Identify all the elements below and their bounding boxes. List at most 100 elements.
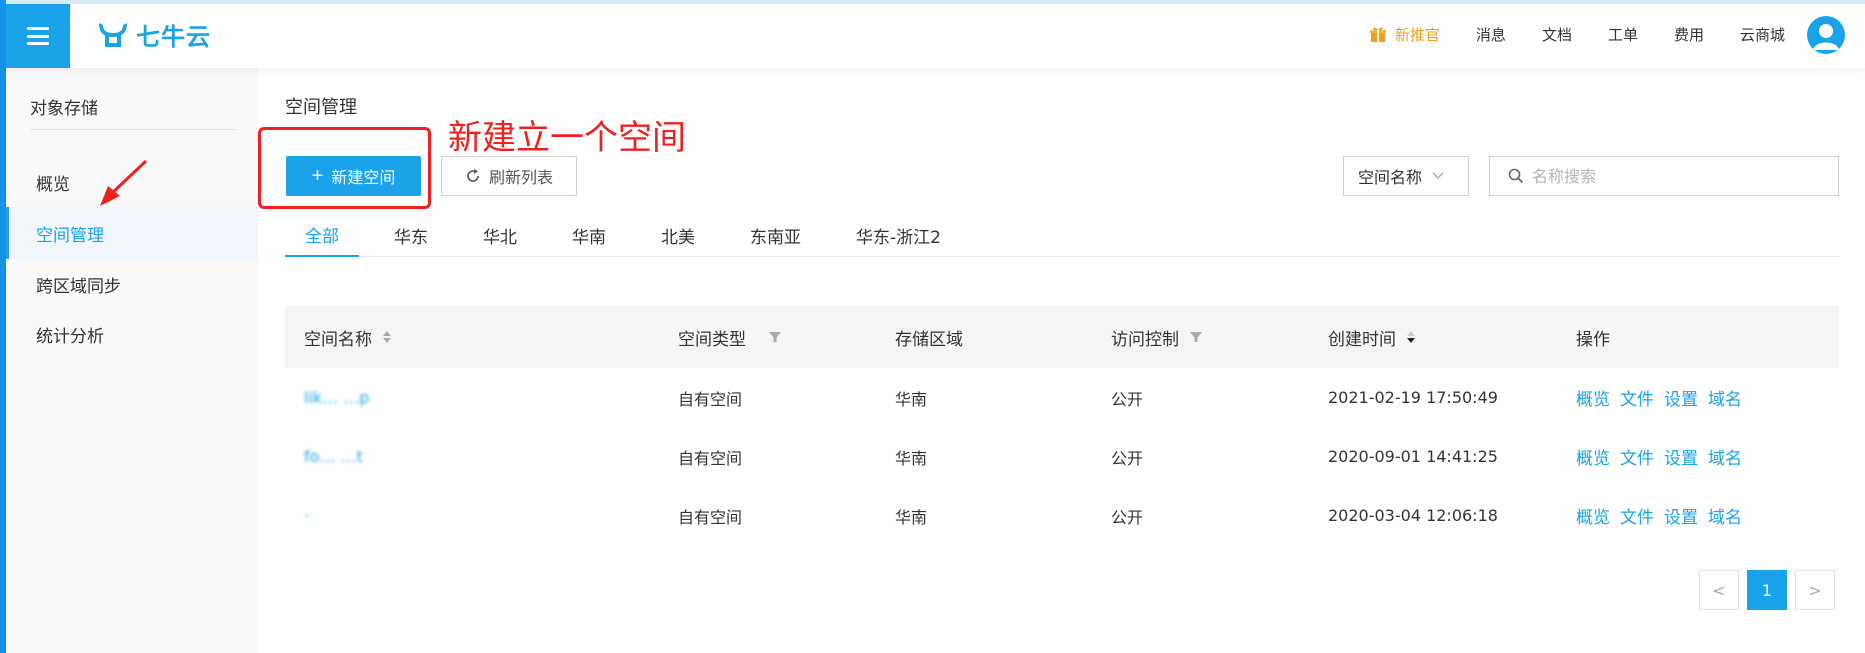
column-label: 访问控制 [1111, 329, 1179, 350]
next-page-button[interactable]: > [1795, 570, 1835, 610]
tab-east-china-zhejiang2[interactable]: 华东-浙江2 [836, 213, 961, 257]
bull-logo-icon [99, 23, 127, 47]
nav-tickets[interactable]: 工单 [1608, 24, 1638, 45]
tab-label: 华东-浙江2 [856, 227, 941, 248]
main-content: 空间管理 新建立一个空间 + 新建空间 刷新列表 空间名称 全部 华东 华北 华… [258, 68, 1865, 653]
gift-icon [1369, 27, 1386, 42]
action-settings-link[interactable]: 设置 [1664, 385, 1698, 410]
action-settings-link[interactable]: 设置 [1664, 503, 1698, 528]
column-label: 空间名称 [304, 329, 372, 350]
top-nav: 新推官 消息 文档 工单 费用 云商城 [1369, 0, 1785, 68]
nav-messages[interactable]: 消息 [1476, 24, 1506, 45]
row-actions: 概览 文件 设置 域名 [1576, 486, 1742, 545]
sidebar-item-cross-region-sync[interactable]: 跨区域同步 [6, 258, 258, 310]
tab-label: 北美 [661, 227, 695, 248]
sidebar-item-label: 跨区域同步 [36, 276, 121, 297]
left-edge [0, 0, 6, 653]
page-1-button[interactable]: 1 [1747, 570, 1787, 610]
search-input[interactable] [1532, 166, 1832, 186]
nav-docs[interactable]: 文档 [1542, 24, 1572, 45]
hamburger-icon [27, 27, 49, 45]
nav-billing[interactable]: 费用 [1674, 24, 1704, 45]
bucket-region: 华南 [895, 507, 928, 527]
action-overview-link[interactable]: 概览 [1576, 503, 1610, 528]
prev-page-button[interactable]: < [1699, 570, 1739, 610]
bucket-region: 华南 [895, 448, 928, 468]
sidebar-item-statistics[interactable]: 统计分析 [6, 308, 258, 360]
bucket-name-link[interactable]: fo… …t [304, 427, 363, 486]
filter-icon [1190, 332, 1202, 342]
bucket-access: 公开 [1111, 389, 1144, 409]
annotation-arrow-icon [100, 159, 148, 206]
tab-label: 华南 [572, 227, 606, 248]
column-header-access[interactable]: 访问控制 [1111, 306, 1203, 368]
nav-label: 新推官 [1394, 25, 1440, 44]
nav-label: 消息 [1475, 25, 1506, 44]
bucket-region: 华南 [895, 389, 928, 409]
region-tabs: 全部 华东 华北 华南 北美 东南亚 华东-浙江2 [285, 213, 1839, 257]
column-label: 空间类型 [678, 329, 746, 350]
table-row: · 自有空间 华南 公开 2020-03-04 12:06:18 概览 文件 设… [285, 486, 1839, 545]
refresh-list-label: 刷新列表 [488, 170, 553, 187]
avatar[interactable] [1807, 16, 1845, 54]
refresh-list-button[interactable]: 刷新列表 [441, 156, 577, 196]
action-settings-link[interactable]: 设置 [1664, 444, 1698, 469]
plus-icon: + [311, 165, 324, 187]
tab-southeast-asia[interactable]: 东南亚 [730, 213, 821, 257]
pagination: < 1 > [1699, 570, 1835, 610]
logo-text: 七牛云 [136, 22, 211, 51]
tab-all[interactable]: 全部 [285, 213, 359, 257]
bucket-type: 自有空间 [678, 507, 743, 527]
nav-label: 工单 [1607, 25, 1638, 44]
action-files-link[interactable]: 文件 [1620, 503, 1654, 528]
column-label: 存储区域 [895, 329, 963, 350]
column-header-created[interactable]: 创建时间 [1328, 306, 1416, 368]
column-header-type[interactable]: 空间类型 [678, 306, 782, 368]
nav-label: 文档 [1541, 25, 1572, 44]
header: 七牛云 新推官 消息 文档 工单 费用 云商城 [0, 0, 1865, 68]
sidebar: 对象存储 概览 空间管理 跨区域同步 统计分析 [6, 68, 258, 653]
search-field-select[interactable]: 空间名称 [1343, 156, 1469, 196]
bucket-name-link[interactable]: lik… …p [304, 368, 369, 427]
column-label: 操作 [1576, 329, 1610, 350]
tab-south-china[interactable]: 华南 [552, 213, 626, 257]
tab-north-china[interactable]: 华北 [463, 213, 537, 257]
nav-label: 费用 [1673, 25, 1704, 44]
action-files-link[interactable]: 文件 [1620, 444, 1654, 469]
create-bucket-button[interactable]: + 新建空间 [286, 156, 421, 196]
bucket-created: 2020-03-04 12:06:18 [1328, 506, 1498, 525]
tab-label: 华东 [394, 227, 428, 248]
nav-new-promo[interactable]: 新推官 [1369, 24, 1440, 45]
bucket-access: 公开 [1111, 448, 1144, 468]
tab-label: 东南亚 [750, 227, 801, 248]
menu-button[interactable] [6, 4, 70, 68]
row-actions: 概览 文件 设置 域名 [1576, 427, 1742, 486]
column-label: 创建时间 [1328, 329, 1396, 350]
action-domain-link[interactable]: 域名 [1708, 503, 1742, 528]
action-files-link[interactable]: 文件 [1620, 385, 1654, 410]
sidebar-item-label: 空间管理 [36, 225, 104, 246]
sort-desc-icon [1407, 331, 1415, 343]
logo[interactable]: 七牛云 [96, 18, 211, 51]
bucket-created: 2020-09-01 14:41:25 [1328, 447, 1498, 466]
row-actions: 概览 文件 设置 域名 [1576, 368, 1742, 427]
column-header-name[interactable]: 空间名称 [304, 306, 392, 368]
bucket-name-link[interactable]: · [304, 486, 309, 545]
create-bucket-label: 新建空间 [331, 170, 396, 187]
filter-icon [769, 332, 781, 342]
top-edge [0, 0, 1865, 4]
annotation-text: 新建立一个空间 [448, 118, 686, 158]
tab-north-america[interactable]: 北美 [641, 213, 715, 257]
action-domain-link[interactable]: 域名 [1708, 444, 1742, 469]
table-row: lik… …p 自有空间 华南 公开 2021-02-19 17:50:49 概… [285, 368, 1839, 427]
action-overview-link[interactable]: 概览 [1576, 385, 1610, 410]
bucket-table: 空间名称 空间类型 存储区域 访问控制 创建时间 操作 lik… …p 自有空间… [285, 306, 1839, 545]
nav-marketplace[interactable]: 云商城 [1740, 24, 1785, 45]
action-domain-link[interactable]: 域名 [1708, 385, 1742, 410]
page-title: 空间管理 [285, 97, 357, 118]
bucket-type: 自有空间 [678, 448, 743, 468]
action-overview-link[interactable]: 概览 [1576, 444, 1610, 469]
sidebar-title: 对象存储 [30, 99, 98, 119]
bucket-access: 公开 [1111, 507, 1144, 527]
tab-east-china[interactable]: 华东 [374, 213, 448, 257]
